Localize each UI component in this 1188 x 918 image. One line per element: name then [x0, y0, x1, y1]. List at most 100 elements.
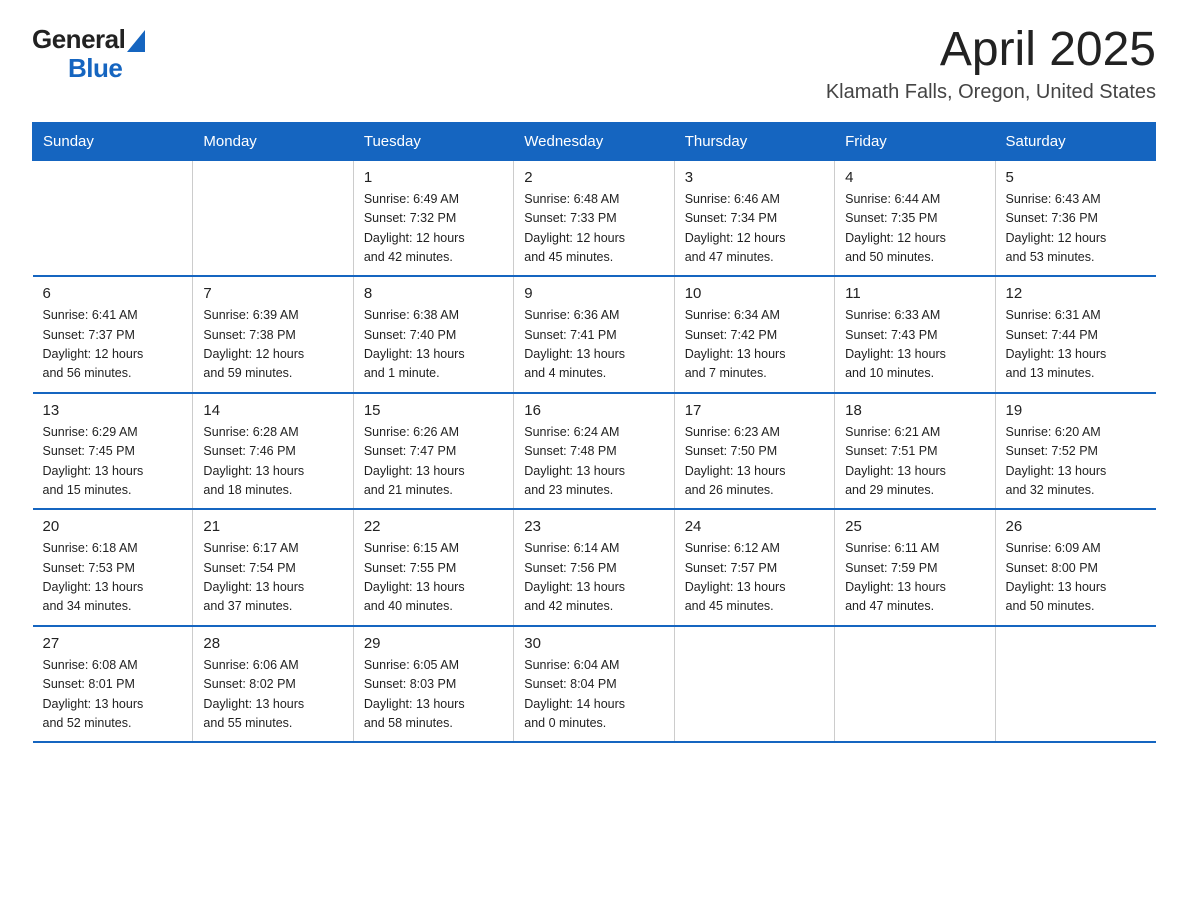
calendar-cell: 11Sunrise: 6:33 AM Sunset: 7:43 PM Dayli…	[835, 276, 995, 393]
header-row: SundayMondayTuesdayWednesdayThursdayFrid…	[33, 122, 1156, 160]
day-number: 8	[364, 285, 503, 302]
day-number: 24	[685, 518, 824, 535]
title-area: April 2025 Klamath Falls, Oregon, United…	[826, 24, 1156, 104]
day-info: Sunrise: 6:08 AM Sunset: 8:01 PM Dayligh…	[43, 656, 183, 734]
day-info: Sunrise: 6:05 AM Sunset: 8:03 PM Dayligh…	[364, 656, 503, 734]
header-day-sunday: Sunday	[33, 122, 193, 160]
day-info: Sunrise: 6:43 AM Sunset: 7:36 PM Dayligh…	[1006, 190, 1146, 268]
day-info: Sunrise: 6:20 AM Sunset: 7:52 PM Dayligh…	[1006, 423, 1146, 501]
day-info: Sunrise: 6:11 AM Sunset: 7:59 PM Dayligh…	[845, 539, 984, 617]
day-info: Sunrise: 6:12 AM Sunset: 7:57 PM Dayligh…	[685, 539, 824, 617]
day-number: 7	[203, 285, 342, 302]
calendar-cell: 27 Sunrise: 6:08 AM Sunset: 8:01 PM Dayli…	[33, 626, 193, 743]
day-number: 17	[685, 402, 824, 419]
day-info: Sunrise: 6:24 AM Sunset: 7:48 PM Dayligh…	[524, 423, 663, 501]
day-info: Sunrise: 6:18 AM Sunset: 7:53 PM Dayligh…	[43, 539, 183, 617]
calendar-cell: 9Sunrise: 6:36 AM Sunset: 7:41 PM Daylig…	[514, 276, 674, 393]
day-number: 15	[364, 402, 503, 419]
day-info: Sunrise: 6:36 AM Sunset: 7:41 PM Dayligh…	[524, 306, 663, 384]
day-number: 27	[43, 635, 183, 652]
calendar-header: SundayMondayTuesdayWednesdayThursdayFrid…	[33, 122, 1156, 160]
calendar-cell: 29 Sunrise: 6:05 AM Sunset: 8:03 PM Dayli…	[353, 626, 513, 743]
day-number: 22	[364, 518, 503, 535]
day-number: 21	[203, 518, 342, 535]
day-info: Sunrise: 6:33 AM Sunset: 7:43 PM Dayligh…	[845, 306, 984, 384]
calendar-cell: 28 Sunrise: 6:06 AM Sunset: 8:02 PM Dayli…	[193, 626, 353, 743]
day-number: 23	[524, 518, 663, 535]
week-row-3: 13 Sunrise: 6:29 AM Sunset: 7:45 PM Dayli…	[33, 393, 1156, 510]
calendar-cell: 3 Sunrise: 6:46 AM Sunset: 7:34 PM Daylig…	[674, 160, 834, 276]
calendar-cell: 17 Sunrise: 6:23 AM Sunset: 7:50 PM Dayli…	[674, 393, 834, 510]
week-row-4: 20Sunrise: 6:18 AM Sunset: 7:53 PM Dayli…	[33, 509, 1156, 626]
day-number: 25	[845, 518, 984, 535]
calendar-cell: 16 Sunrise: 6:24 AM Sunset: 7:48 PM Dayli…	[514, 393, 674, 510]
calendar-cell: 13 Sunrise: 6:29 AM Sunset: 7:45 PM Dayli…	[33, 393, 193, 510]
day-number: 5	[1006, 169, 1146, 186]
calendar-cell: 15 Sunrise: 6:26 AM Sunset: 7:47 PM Dayli…	[353, 393, 513, 510]
calendar-cell: 20Sunrise: 6:18 AM Sunset: 7:53 PM Dayli…	[33, 509, 193, 626]
calendar-cell: 23Sunrise: 6:14 AM Sunset: 7:56 PM Dayli…	[514, 509, 674, 626]
day-info: Sunrise: 6:28 AM Sunset: 7:46 PM Dayligh…	[203, 423, 342, 501]
day-info: Sunrise: 6:09 AM Sunset: 8:00 PM Dayligh…	[1006, 539, 1146, 617]
day-info: Sunrise: 6:26 AM Sunset: 7:47 PM Dayligh…	[364, 423, 503, 501]
logo: General Blue	[32, 24, 145, 84]
week-row-1: 1 Sunrise: 6:49 AM Sunset: 7:32 PM Daylig…	[33, 160, 1156, 276]
calendar-cell: 4Sunrise: 6:44 AM Sunset: 7:35 PM Daylig…	[835, 160, 995, 276]
day-info: Sunrise: 6:04 AM Sunset: 8:04 PM Dayligh…	[524, 656, 663, 734]
day-number: 14	[203, 402, 342, 419]
day-info: Sunrise: 6:31 AM Sunset: 7:44 PM Dayligh…	[1006, 306, 1146, 384]
calendar-cell: 22 Sunrise: 6:15 AM Sunset: 7:55 PM Dayli…	[353, 509, 513, 626]
day-info: Sunrise: 6:06 AM Sunset: 8:02 PM Dayligh…	[203, 656, 342, 734]
calendar-cell: 2 Sunrise: 6:48 AM Sunset: 7:33 PM Daylig…	[514, 160, 674, 276]
day-number: 6	[43, 285, 183, 302]
day-number: 1	[364, 169, 503, 186]
day-info: Sunrise: 6:46 AM Sunset: 7:34 PM Dayligh…	[685, 190, 824, 268]
day-info: Sunrise: 6:48 AM Sunset: 7:33 PM Dayligh…	[524, 190, 663, 268]
calendar-cell: 19 Sunrise: 6:20 AM Sunset: 7:52 PM Dayli…	[995, 393, 1155, 510]
calendar-cell: 8 Sunrise: 6:38 AM Sunset: 7:40 PM Daylig…	[353, 276, 513, 393]
calendar-cell	[193, 160, 353, 276]
week-row-2: 6Sunrise: 6:41 AM Sunset: 7:37 PM Daylig…	[33, 276, 1156, 393]
day-info: Sunrise: 6:21 AM Sunset: 7:51 PM Dayligh…	[845, 423, 984, 501]
logo-triangle-icon	[127, 30, 145, 52]
day-number: 10	[685, 285, 824, 302]
calendar-title: April 2025	[826, 24, 1156, 77]
calendar-cell: 14 Sunrise: 6:28 AM Sunset: 7:46 PM Dayli…	[193, 393, 353, 510]
day-number: 4	[845, 169, 984, 186]
day-info: Sunrise: 6:15 AM Sunset: 7:55 PM Dayligh…	[364, 539, 503, 617]
day-number: 28	[203, 635, 342, 652]
calendar-cell: 12 Sunrise: 6:31 AM Sunset: 7:44 PM Dayli…	[995, 276, 1155, 393]
logo-text-general: General	[32, 24, 125, 55]
calendar-table: SundayMondayTuesdayWednesdayThursdayFrid…	[32, 122, 1156, 744]
day-info: Sunrise: 6:17 AM Sunset: 7:54 PM Dayligh…	[203, 539, 342, 617]
calendar-cell: 18Sunrise: 6:21 AM Sunset: 7:51 PM Dayli…	[835, 393, 995, 510]
day-number: 30	[524, 635, 663, 652]
calendar-cell: 6Sunrise: 6:41 AM Sunset: 7:37 PM Daylig…	[33, 276, 193, 393]
calendar-cell: 1 Sunrise: 6:49 AM Sunset: 7:32 PM Daylig…	[353, 160, 513, 276]
calendar-cell: 25 Sunrise: 6:11 AM Sunset: 7:59 PM Dayli…	[835, 509, 995, 626]
day-number: 2	[524, 169, 663, 186]
day-info: Sunrise: 6:39 AM Sunset: 7:38 PM Dayligh…	[203, 306, 342, 384]
day-info: Sunrise: 6:49 AM Sunset: 7:32 PM Dayligh…	[364, 190, 503, 268]
page-header: General Blue April 2025 Klamath Falls, O…	[32, 24, 1156, 104]
day-info: Sunrise: 6:38 AM Sunset: 7:40 PM Dayligh…	[364, 306, 503, 384]
day-number: 26	[1006, 518, 1146, 535]
day-number: 3	[685, 169, 824, 186]
day-info: Sunrise: 6:29 AM Sunset: 7:45 PM Dayligh…	[43, 423, 183, 501]
day-info: Sunrise: 6:34 AM Sunset: 7:42 PM Dayligh…	[685, 306, 824, 384]
day-number: 13	[43, 402, 183, 419]
calendar-cell: 21 Sunrise: 6:17 AM Sunset: 7:54 PM Dayli…	[193, 509, 353, 626]
header-day-monday: Monday	[193, 122, 353, 160]
calendar-cell	[33, 160, 193, 276]
header-day-thursday: Thursday	[674, 122, 834, 160]
calendar-cell: 24 Sunrise: 6:12 AM Sunset: 7:57 PM Dayli…	[674, 509, 834, 626]
logo-text-blue: Blue	[68, 53, 122, 84]
calendar-cell	[674, 626, 834, 743]
day-number: 12	[1006, 285, 1146, 302]
day-number: 19	[1006, 402, 1146, 419]
day-number: 16	[524, 402, 663, 419]
header-day-tuesday: Tuesday	[353, 122, 513, 160]
calendar-cell: 7 Sunrise: 6:39 AM Sunset: 7:38 PM Daylig…	[193, 276, 353, 393]
day-number: 29	[364, 635, 503, 652]
day-info: Sunrise: 6:23 AM Sunset: 7:50 PM Dayligh…	[685, 423, 824, 501]
